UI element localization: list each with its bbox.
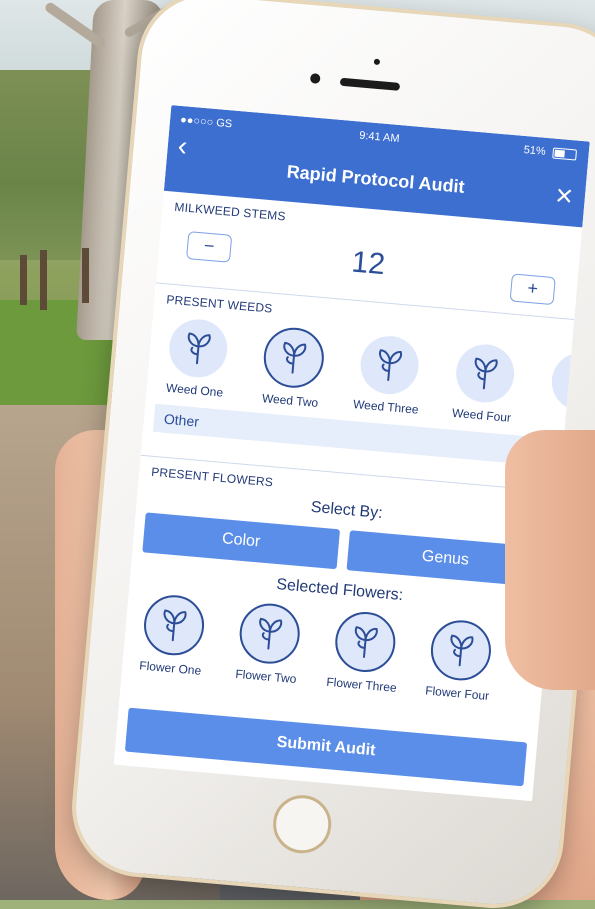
flower-item-two[interactable]: Flower Two	[223, 600, 314, 687]
fence-post	[40, 250, 47, 310]
color-button[interactable]: Color	[142, 512, 341, 570]
proximity-sensor	[373, 58, 381, 66]
sprout-icon	[549, 350, 590, 414]
weed-label: Weed One	[165, 380, 224, 400]
sprout-icon	[237, 601, 303, 667]
battery-icon	[552, 147, 578, 161]
flower-item-three[interactable]: Flower Three	[319, 608, 410, 695]
weed-label: Weed Three	[352, 397, 420, 417]
flower-label: Flower Four	[424, 683, 490, 703]
weed-item-two[interactable]: Weed Two	[248, 324, 339, 411]
sprout-icon	[428, 617, 494, 683]
sprout-icon	[358, 333, 421, 397]
flower-item-one[interactable]: Flower One	[128, 592, 219, 679]
submit-audit-button[interactable]: Submit Audit	[124, 707, 528, 787]
battery-status: 51%	[523, 143, 578, 161]
flower-label: Flower Three	[325, 674, 398, 695]
weed-item-four[interactable]: Weed Four	[439, 341, 530, 428]
sprout-icon	[453, 342, 517, 405]
sprout-icon	[261, 325, 327, 391]
earpiece-speaker	[339, 77, 401, 91]
flower-label: Flower Two	[234, 666, 297, 687]
weed-item-five[interactable]: Wee	[535, 349, 590, 436]
other-weed-label: Other	[163, 410, 200, 430]
close-icon[interactable]: ×	[554, 179, 574, 213]
increment-button[interactable]: +	[509, 273, 556, 306]
right-thumb	[505, 430, 595, 690]
sprout-icon	[166, 316, 230, 380]
fence-post	[20, 255, 27, 305]
fence-post	[82, 248, 89, 303]
sprout-icon	[141, 592, 207, 658]
weed-item-three[interactable]: Weed Three	[343, 333, 434, 420]
flower-label: Flower One	[138, 658, 202, 678]
weed-item-one[interactable]: Weed One	[152, 316, 243, 403]
sprout-icon	[332, 609, 398, 675]
home-button[interactable]	[270, 792, 334, 856]
weed-label: Weed Two	[261, 391, 319, 410]
front-camera-icon	[309, 73, 321, 84]
flower-item-four[interactable]: Flower Four	[415, 617, 506, 704]
weed-label: Weed Four	[451, 405, 512, 425]
battery-percent: 51%	[523, 143, 547, 158]
